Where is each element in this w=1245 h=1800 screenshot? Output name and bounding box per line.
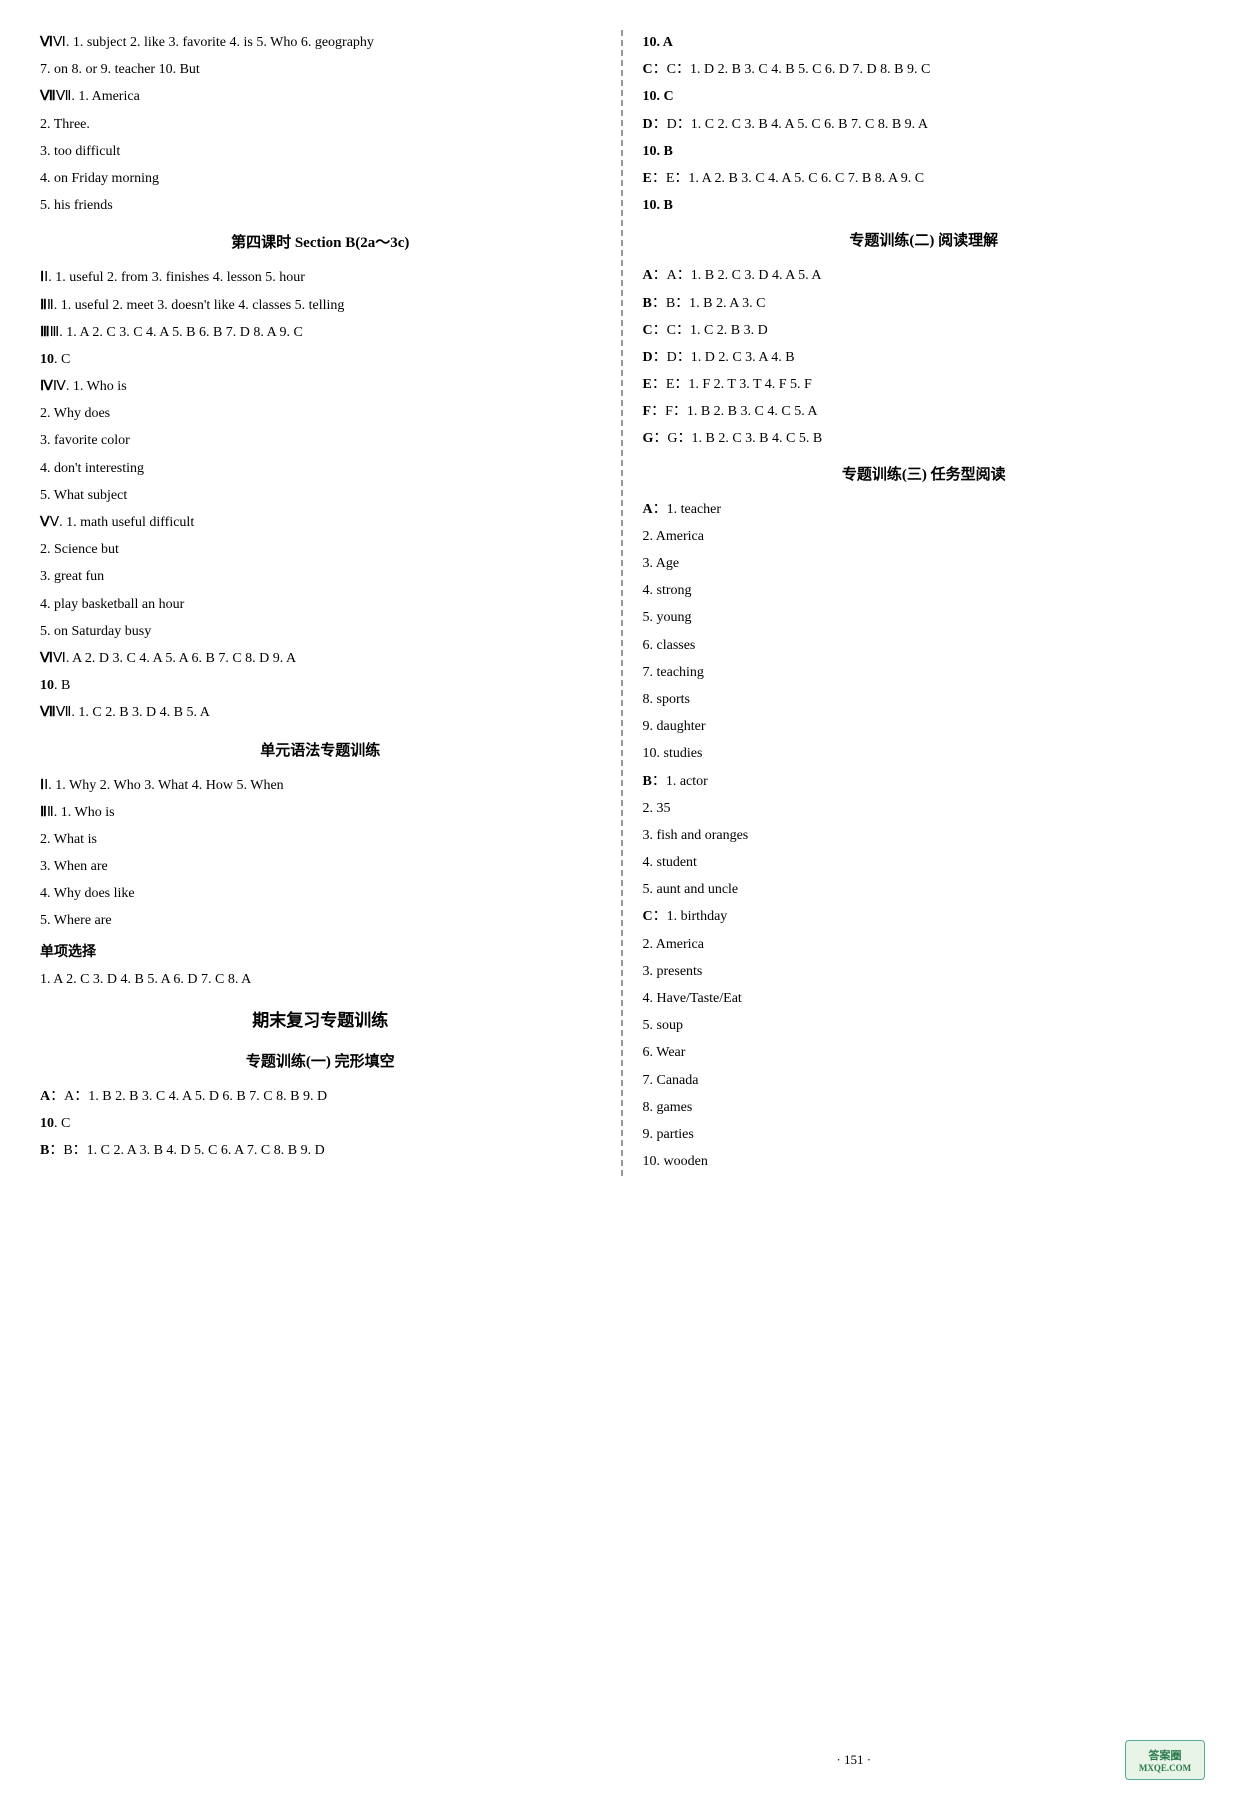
lesson4-title: 第四课时 Section B(2a～3c) [40,230,601,257]
d1: D：D：1. C 2. C 3. B 4. A 5. C 6. B 7. C 8… [643,112,1206,137]
vii-line3: 3. too difficult [40,139,601,164]
g4: 3. When are [40,854,601,879]
l13: 5. on Saturday busy [40,619,601,644]
s2f: F：F：1. B 2. B 3. C 4. C 5. A [643,399,1206,424]
l11: 3. great fun [40,564,601,589]
right-column: 10. A C：C：1. D 2. B 3. C 4. B 5. C 6. D … [623,30,1206,1176]
g1: ⅠⅠ. 1. Why 2. Who 3. What 4. How 5. When [40,773,601,798]
s3c4: 4. Have/Taste/Eat [643,986,1206,1011]
s3c10: 10. wooden [643,1149,1206,1174]
s3a2: 2. America [643,524,1206,549]
left-column: ⅥⅥ. 1. subject 2. like 3. favorite 4. is… [40,30,623,1176]
s2g: G：G：1. B 2. C 3. B 4. C 5. B [643,426,1206,451]
r1: 10. A [643,30,1206,55]
s3a8: 8. sports [643,687,1206,712]
s3c8: 8. games [643,1095,1206,1120]
l6: 3. favorite color [40,428,601,453]
s3a5: 5. young [643,605,1206,630]
sp1a: A：A：1. B 2. B 3. C 4. A 5. D 6. B 7. C 8… [40,1084,601,1109]
content-wrapper: ⅥⅥ. 1. subject 2. like 3. favorite 4. is… [40,30,1205,1176]
l2: ⅡⅡ. 1. useful 2. meet 3. doesn't like 4.… [40,293,601,318]
l10: 2. Science but [40,537,601,562]
s3c5: 5. soup [643,1013,1206,1038]
l3b: 10. C [40,347,601,372]
special3-title: 专题训练(三) 任务型阅读 [643,462,1206,489]
special1-title: 专题训练(一) 完形填空 [40,1049,601,1076]
l4: ⅣⅣ. 1. Who is [40,374,601,399]
g5: 4. Why does like [40,881,601,906]
s3c1: C：1. birthday [643,904,1206,929]
s3b5: 5. aunt and uncle [643,877,1206,902]
s3c9: 9. parties [643,1122,1206,1147]
s2a: A：A：1. B 2. C 3. D 4. A 5. A [643,263,1206,288]
l3: ⅢⅢ. 1. A 2. C 3. C 4. A 5. B 6. B 7. D 8… [40,320,601,345]
l15: ⅦⅦ. 1. C 2. B 3. D 4. B 5. A [40,700,601,725]
vii-line1: ⅦⅦ. 1. America [40,84,601,109]
l5: 2. Why does [40,401,601,426]
page: ⅥⅥ. 1. subject 2. like 3. favorite 4. is… [0,0,1245,1800]
watermark-line1: 答案圈 [1149,1747,1182,1763]
s3a-label: A：1. teacher [643,497,1206,522]
grammar-title: 单元语法专题训练 [40,738,601,765]
page-footer: · 151 · 答案圈 MXQE.COM [40,1740,1205,1780]
s3a3: 3. Age [643,551,1206,576]
s3c7: 7. Canada [643,1068,1206,1093]
vii-line4: 4. on Friday morning [40,166,601,191]
page-number: · 151 · [583,1752,1126,1768]
s3b3: 3. fish and oranges [643,823,1206,848]
g2: ⅡⅡ. 1. Who is [40,800,601,825]
vi-line1: ⅥⅥ. 1. subject 2. like 3. favorite 4. is… [40,30,601,55]
final-title: 期末复习专题训练 [40,1006,601,1037]
sc1: 1. A 2. C 3. D 4. B 5. A 6. D 7. C 8. A [40,967,601,992]
sp1b: B：B：1. C 2. A 3. B 4. D 5. C 6. A 7. C 8… [40,1138,601,1163]
vi-line2: 7. on 8. or 9. teacher 10. But [40,57,601,82]
s3b2: 2. 35 [643,796,1206,821]
s3b4: 4. student [643,850,1206,875]
special2-title: 专题训练(二) 阅读理解 [643,228,1206,255]
l9: ⅤⅤ. 1. math useful difficult [40,510,601,535]
s2d: D：D：1. D 2. C 3. A 4. B [643,345,1206,370]
d1b: 10. B [643,139,1206,164]
s2c: C：C：1. C 2. B 3. D [643,318,1206,343]
s3c6: 6. Wear [643,1040,1206,1065]
s3a4: 4. strong [643,578,1206,603]
vii-line5: 5. his friends [40,193,601,218]
single-choice-label: 单项选择 [40,940,601,965]
s3a10: 10. studies [643,741,1206,766]
e1b: 10. B [643,193,1206,218]
s3c3: 3. presents [643,959,1206,984]
s3a7: 7. teaching [643,660,1206,685]
l1: ⅠⅠ. 1. useful 2. from 3. finishes 4. les… [40,265,601,290]
sp1a2: 10. C [40,1111,601,1136]
s2b: B：B：1. B 2. A 3. C [643,291,1206,316]
s3b1: B：1. actor [643,769,1206,794]
l12: 4. play basketball an hour [40,592,601,617]
s3c2: 2. America [643,932,1206,957]
l7: 4. don't interesting [40,456,601,481]
watermark-line2: MXQE.COM [1139,1763,1191,1773]
l8: 5. What subject [40,483,601,508]
c1b: 10. C [643,84,1206,109]
watermark: 答案圈 MXQE.COM [1125,1740,1205,1780]
c1: C：C：1. D 2. B 3. C 4. B 5. C 6. D 7. D 8… [643,57,1206,82]
g3: 2. What is [40,827,601,852]
vii-line2: 2. Three. [40,112,601,137]
s3a9: 9. daughter [643,714,1206,739]
e1: E：E：1. A 2. B 3. C 4. A 5. C 6. C 7. B 8… [643,166,1206,191]
l14b: 10. B [40,673,601,698]
g6: 5. Where are [40,908,601,933]
s2e: E：E：1. F 2. T 3. T 4. F 5. F [643,372,1206,397]
l14: ⅥⅥ. A 2. D 3. C 4. A 5. A 6. B 7. C 8. D… [40,646,601,671]
s3a6: 6. classes [643,633,1206,658]
